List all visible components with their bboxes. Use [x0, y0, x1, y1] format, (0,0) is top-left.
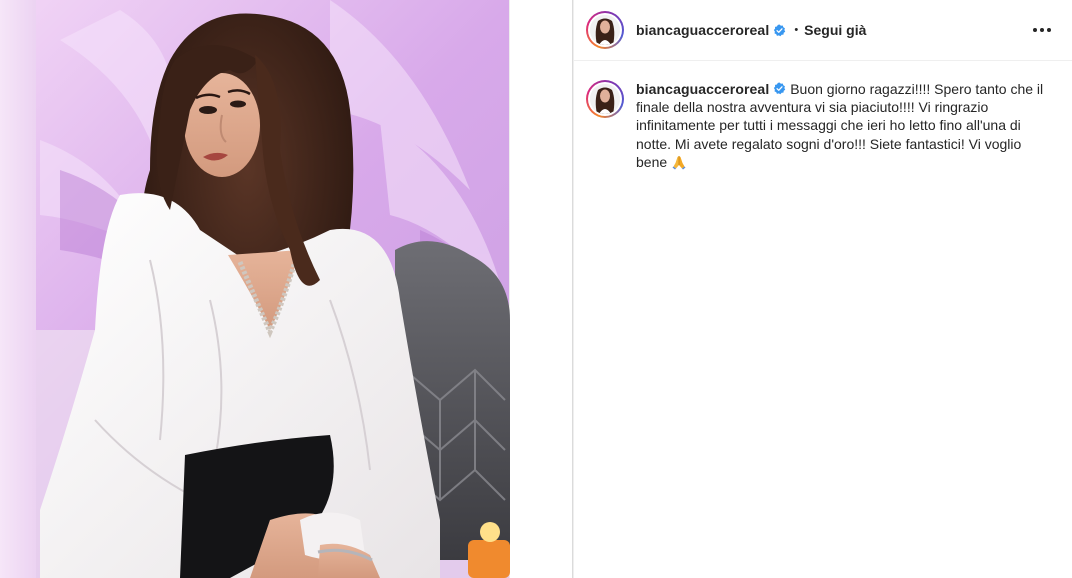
- avatar: [590, 15, 620, 45]
- verified-badge-icon: [773, 24, 786, 37]
- caption-text: biancaguacceroreal Buon giorno ragazzi!!…: [636, 80, 1056, 171]
- following-button[interactable]: Segui già: [804, 22, 866, 38]
- post-photo[interactable]: [0, 0, 573, 578]
- caption-avatar-ring[interactable]: [586, 80, 624, 118]
- verified-badge-icon: [773, 82, 786, 95]
- avatar-image: [590, 15, 620, 45]
- post-caption: biancaguacceroreal Buon giorno ragazzi!!…: [586, 80, 1056, 171]
- photo-illustration: [0, 0, 573, 578]
- folded-hands-emoji-icon: [671, 154, 687, 170]
- instagram-post: biancaguacceroreal • Segui già biancagua…: [0, 0, 1072, 578]
- header-separator: •: [794, 24, 799, 36]
- post-header: biancaguacceroreal • Segui già: [573, 0, 1072, 61]
- avatar: [590, 84, 620, 114]
- more-options-icon[interactable]: [1030, 20, 1054, 40]
- caption-username[interactable]: biancaguacceroreal: [636, 81, 769, 97]
- header-username[interactable]: biancaguacceroreal: [636, 22, 769, 38]
- post-sidebar: biancaguacceroreal • Segui già biancagua…: [573, 0, 1072, 578]
- profile-avatar-ring[interactable]: [586, 11, 624, 49]
- sidebar-divider: [573, 0, 574, 578]
- avatar-image: [590, 84, 620, 114]
